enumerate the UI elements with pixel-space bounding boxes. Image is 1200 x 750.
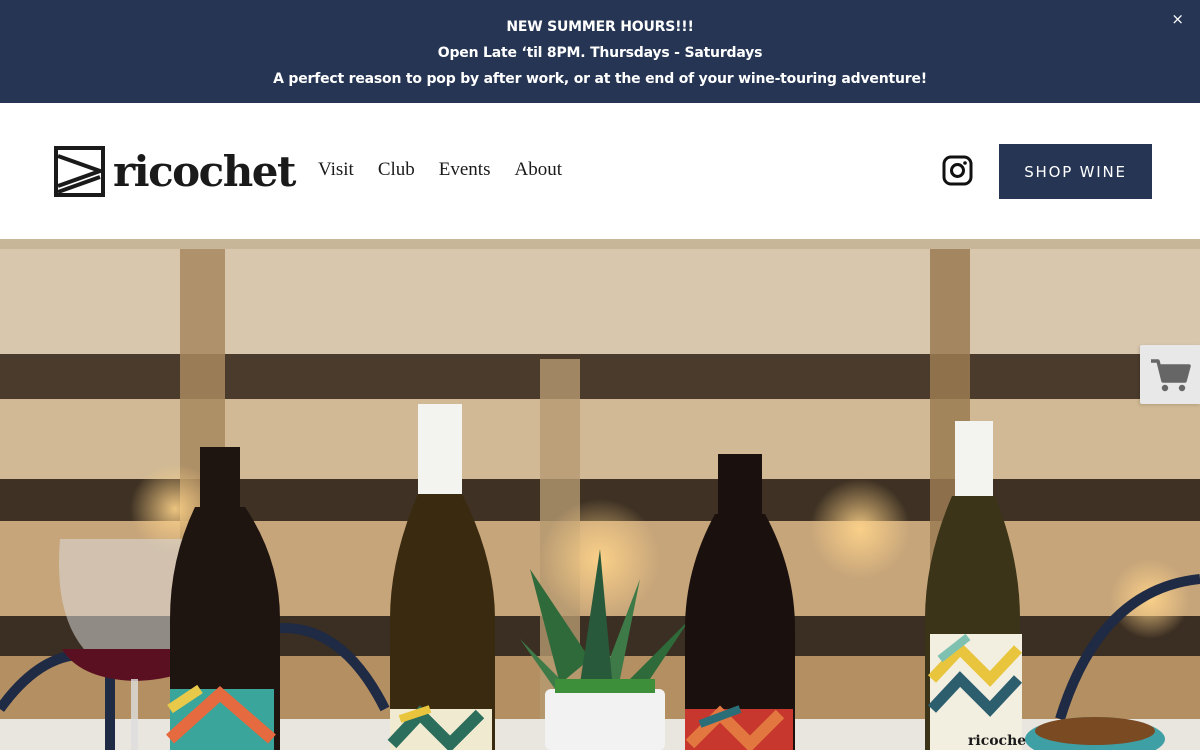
nav-events[interactable]: Events (439, 159, 491, 181)
main-nav: Visit Club Events About (318, 159, 562, 181)
close-announcement-button[interactable]: × (1171, 10, 1184, 28)
cart-tab[interactable] (1140, 345, 1200, 404)
logo-text: ricochet (113, 147, 296, 196)
logo[interactable]: ricochet (54, 146, 296, 197)
site-header: ricochet Visit Club Events About SHOP WI… (0, 103, 1200, 239)
announcement-hours: Open Late ‘til 8PM. Thursdays - Saturday… (437, 45, 763, 61)
shopping-cart-icon (1151, 358, 1191, 391)
announcement-headline: NEW SUMMER HOURS!!! (506, 19, 694, 35)
nav-visit[interactable]: Visit (318, 159, 354, 181)
instagram-icon[interactable] (942, 155, 973, 186)
nav-club[interactable]: Club (378, 159, 415, 181)
nav-about[interactable]: About (514, 159, 562, 181)
bottle-label-ricochet: ricochet (968, 733, 1033, 749)
hero-scene: ricochet (0, 239, 1200, 750)
shop-wine-button[interactable]: SHOP WINE (999, 144, 1152, 199)
announcement-message: A perfect reason to pop by after work, o… (273, 71, 927, 87)
announcement-bar: NEW SUMMER HOURS!!! Open Late ‘til 8PM. … (0, 0, 1200, 103)
hero-image: ricochet (0, 239, 1200, 750)
logo-mark-icon (54, 146, 105, 197)
